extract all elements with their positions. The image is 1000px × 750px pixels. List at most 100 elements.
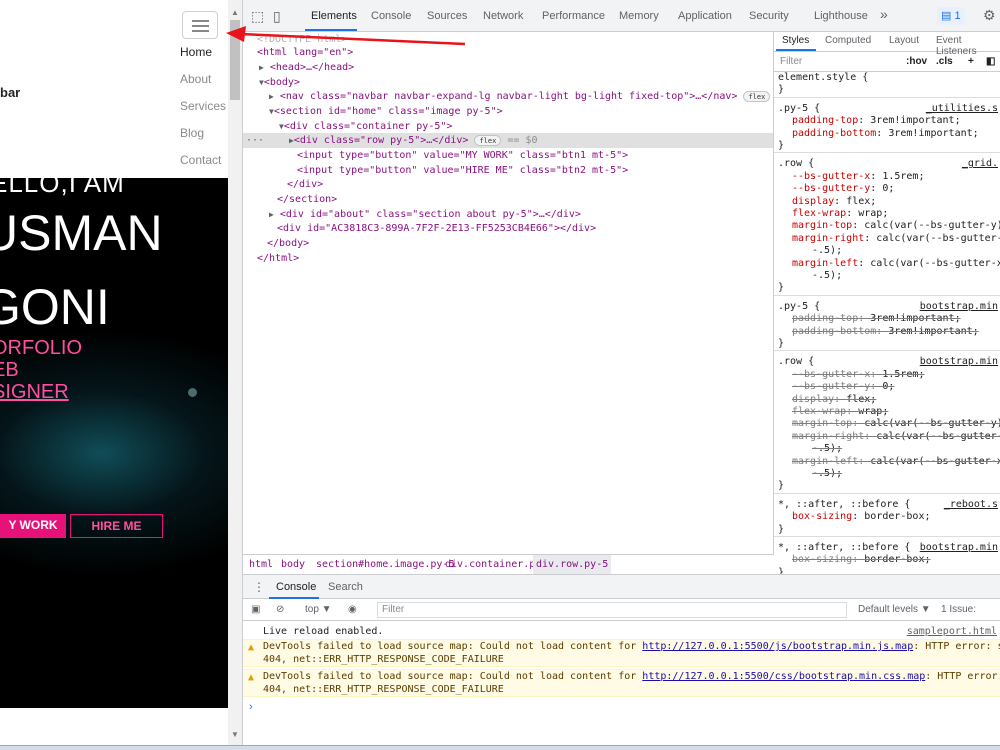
tree-node-div-about[interactable]: ▶ <div id="about" class="section about p… bbox=[243, 207, 773, 222]
property-value[interactable]: border-box; bbox=[864, 511, 930, 522]
navbar-brand[interactable]: bar bbox=[0, 85, 20, 100]
tab-console[interactable]: Console bbox=[371, 10, 411, 22]
property-value[interactable]: calc(var(--bs-gutter-x) bbox=[876, 233, 1000, 244]
tab-layout[interactable]: Layout bbox=[889, 35, 919, 46]
css-property[interactable]: --bs-gutter-x: 1.5rem; bbox=[778, 171, 1000, 183]
css-property[interactable]: padding-bottom: 3rem!important; bbox=[778, 128, 1000, 140]
property-name[interactable]: padding-bottom bbox=[792, 326, 876, 337]
css-rule[interactable]: .row {_grid. --bs-gutter-x: 1.5rem; --bs-g… bbox=[774, 158, 1000, 296]
scrollbar-thumb[interactable] bbox=[230, 20, 240, 100]
property-value[interactable]: calc(var(--bs-gutter-x) bbox=[876, 431, 1000, 442]
tree-node-head[interactable]: ▶ <head>…</head> bbox=[243, 60, 773, 75]
expand-arrow-icon[interactable]: ▶ bbox=[269, 210, 274, 219]
rule-source-link[interactable]: _reboot.s bbox=[944, 499, 998, 511]
tree-node-section-home[interactable]: ▼<section id="home" class="image py-5"> bbox=[243, 104, 773, 119]
property-name[interactable]: padding-top bbox=[792, 115, 858, 126]
tree-node-input-hire-me[interactable]: <input type="button" value="HIRE ME" cla… bbox=[243, 163, 773, 178]
property-name[interactable]: margin-left bbox=[792, 258, 858, 269]
rule-source-link[interactable]: _grid. bbox=[962, 158, 998, 170]
property-value[interactable]: 3rem!important; bbox=[870, 313, 960, 324]
property-value[interactable]: -.5); bbox=[812, 468, 842, 479]
styles-filter-input[interactable]: Filter bbox=[780, 56, 802, 67]
property-value[interactable]: 1.5rem; bbox=[882, 369, 924, 380]
rule-source-link[interactable]: bootstrap.min bbox=[920, 356, 998, 368]
tab-performance[interactable]: Performance bbox=[542, 10, 605, 22]
css-rule[interactable]: .row {bootstrap.min --bs-gutter-x: 1.5rem… bbox=[774, 356, 1000, 494]
hero-role-link[interactable]: SIGNER bbox=[0, 382, 69, 402]
property-value[interactable]: calc(var(--bs-gutter-y) * bbox=[864, 418, 1000, 429]
page-scrollbar[interactable]: ▲ ▼ bbox=[228, 0, 242, 745]
property-value[interactable]: border-box; bbox=[864, 554, 930, 565]
property-value[interactable]: flex; bbox=[846, 394, 876, 405]
more-tabs-icon[interactable]: » bbox=[880, 6, 888, 22]
property-value[interactable]: 3rem!important; bbox=[888, 326, 978, 337]
console-prompt[interactable]: › bbox=[249, 701, 253, 713]
property-value[interactable]: 3rem!important; bbox=[870, 115, 960, 126]
property-name[interactable]: margin-right bbox=[792, 233, 864, 244]
tree-node-input-my-work[interactable]: <input type="button" value="MY WORK" cla… bbox=[243, 148, 773, 163]
drawer-menu-icon[interactable]: ⋮ bbox=[253, 580, 265, 594]
console-filter-input[interactable]: Filter bbox=[377, 602, 847, 618]
property-value[interactable]: -.5); bbox=[812, 270, 842, 281]
property-value[interactable]: wrap; bbox=[858, 406, 888, 417]
property-name[interactable]: flex-wrap bbox=[792, 208, 846, 219]
live-expression-eye-icon[interactable]: ◉ bbox=[348, 604, 357, 615]
property-value[interactable]: calc(var(--bs-gutter-x) bbox=[870, 456, 1000, 467]
property-value[interactable]: -.5); bbox=[812, 245, 842, 256]
tab-elements[interactable]: Elements bbox=[311, 10, 357, 22]
property-name[interactable]: display bbox=[792, 394, 834, 405]
source-map-link[interactable]: http://127.0.0.1:5500/css/bootstrap.min.… bbox=[642, 671, 925, 682]
tab-memory[interactable]: Memory bbox=[619, 10, 659, 22]
tree-node-div-guid[interactable]: <div id="AC3818C3-899A-7F2F-2E13-FF5253C… bbox=[243, 221, 773, 236]
expand-arrow-icon[interactable]: ▶ bbox=[259, 63, 264, 72]
crumb-html[interactable]: html bbox=[249, 555, 273, 574]
css-property[interactable]: box-sizing: border-box; bbox=[778, 511, 1000, 523]
property-name[interactable]: padding-top bbox=[792, 313, 858, 324]
property-value[interactable]: 3rem!important; bbox=[888, 128, 978, 139]
css-property[interactable]: margin-top: calc(var(--bs-gutter-y) * bbox=[778, 220, 1000, 232]
css-property[interactable]: margin-right: calc(var(--bs-gutter-x) bbox=[778, 233, 1000, 245]
css-property[interactable]: margin-top: calc(var(--bs-gutter-y) * bbox=[778, 418, 1000, 430]
my-work-button[interactable]: Y WORK bbox=[0, 514, 66, 538]
tab-security[interactable]: Security bbox=[749, 10, 789, 22]
drawer-tab-console[interactable]: Console bbox=[276, 581, 316, 593]
computed-sidebar-icon[interactable]: ◧ bbox=[986, 56, 995, 67]
nav-item-services[interactable]: Services bbox=[180, 98, 226, 125]
scroll-down-icon[interactable]: ▼ bbox=[231, 730, 239, 739]
source-map-link[interactable]: http://127.0.0.1:5500/js/bootstrap.min.j… bbox=[642, 641, 913, 652]
tab-application[interactable]: Application bbox=[678, 10, 732, 22]
tree-node-close-section[interactable]: </section> bbox=[243, 192, 773, 207]
property-value[interactable]: wrap; bbox=[858, 208, 888, 219]
property-name[interactable]: flex-wrap bbox=[792, 406, 846, 417]
issues-counter[interactable]: 1 Issue: bbox=[941, 604, 976, 615]
rule-source-link[interactable]: bootstrap.min bbox=[920, 542, 998, 554]
css-rule[interactable]: element.style {} bbox=[774, 72, 1000, 98]
crumb-row[interactable]: div.row.py-5 bbox=[533, 555, 612, 574]
css-rule[interactable]: .py-5 {bootstrap.min padding-top: 3rem!im… bbox=[774, 301, 1000, 352]
css-property[interactable]: padding-bottom: 3rem!important; bbox=[778, 326, 1000, 338]
css-property[interactable]: -.5); bbox=[778, 270, 1000, 282]
property-value[interactable]: 0; bbox=[882, 183, 894, 194]
css-property[interactable]: --bs-gutter-y: 0; bbox=[778, 381, 1000, 393]
css-property[interactable]: -.5); bbox=[778, 245, 1000, 257]
message-source-link[interactable]: sampleport.html bbox=[907, 625, 997, 638]
css-property[interactable]: margin-right: calc(var(--bs-gutter-x) bbox=[778, 431, 1000, 443]
property-value[interactable]: flex; bbox=[846, 196, 876, 207]
drawer-tab-search[interactable]: Search bbox=[328, 581, 363, 593]
nav-item-blog[interactable]: Blog bbox=[180, 125, 226, 152]
css-property[interactable]: -.5); bbox=[778, 468, 1000, 480]
rule-source-link[interactable]: _utilities.s bbox=[926, 103, 998, 115]
property-name[interactable]: box-sizing bbox=[792, 554, 852, 565]
new-rule-button[interactable]: + bbox=[968, 56, 974, 67]
scroll-up-icon[interactable]: ▲ bbox=[231, 8, 239, 17]
css-property[interactable]: display: flex; bbox=[778, 394, 1000, 406]
property-name[interactable]: margin-top bbox=[792, 418, 852, 429]
property-name[interactable]: --bs-gutter-y bbox=[792, 381, 870, 392]
css-property[interactable]: padding-top: 3rem!important; bbox=[778, 313, 1000, 325]
device-toolbar-icon[interactable]: ▯ bbox=[273, 8, 281, 25]
node-actions-icon[interactable]: ··· bbox=[246, 133, 264, 148]
tree-node-body[interactable]: ▼<body> bbox=[243, 75, 773, 90]
settings-gear-icon[interactable]: ⚙ bbox=[983, 7, 996, 24]
css-property[interactable]: display: flex; bbox=[778, 196, 1000, 208]
property-value[interactable]: calc(var(--bs-gutter-x) bbox=[870, 258, 1000, 269]
